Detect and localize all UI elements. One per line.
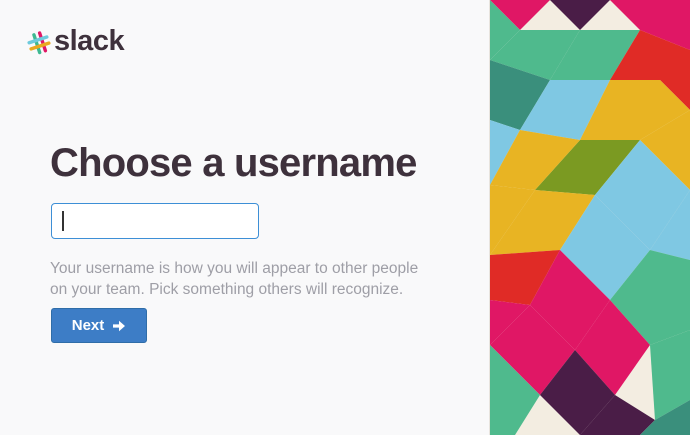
hint-line-2: on your team. Pick something others will…: [50, 281, 404, 298]
decorative-plaid-pattern: [490, 0, 690, 435]
next-button[interactable]: Next: [51, 308, 147, 343]
signup-panel: slack Choose a username Your username is…: [0, 0, 489, 435]
hint-line-1: Your username is how you will appear to …: [50, 260, 419, 277]
arrow-right-icon: [113, 320, 126, 331]
page-title: Choose a username: [50, 141, 417, 185]
pattern-tiles: [490, 0, 690, 435]
slack-hash-icon: [27, 31, 51, 55]
username-hint: Your username is how you will appear to …: [50, 258, 470, 300]
username-input[interactable]: [51, 203, 259, 239]
slack-logo: slack: [27, 25, 125, 58]
next-button-label: Next: [71, 317, 105, 334]
text-caret: [62, 211, 64, 231]
logo-wordmark: slack: [54, 25, 125, 57]
